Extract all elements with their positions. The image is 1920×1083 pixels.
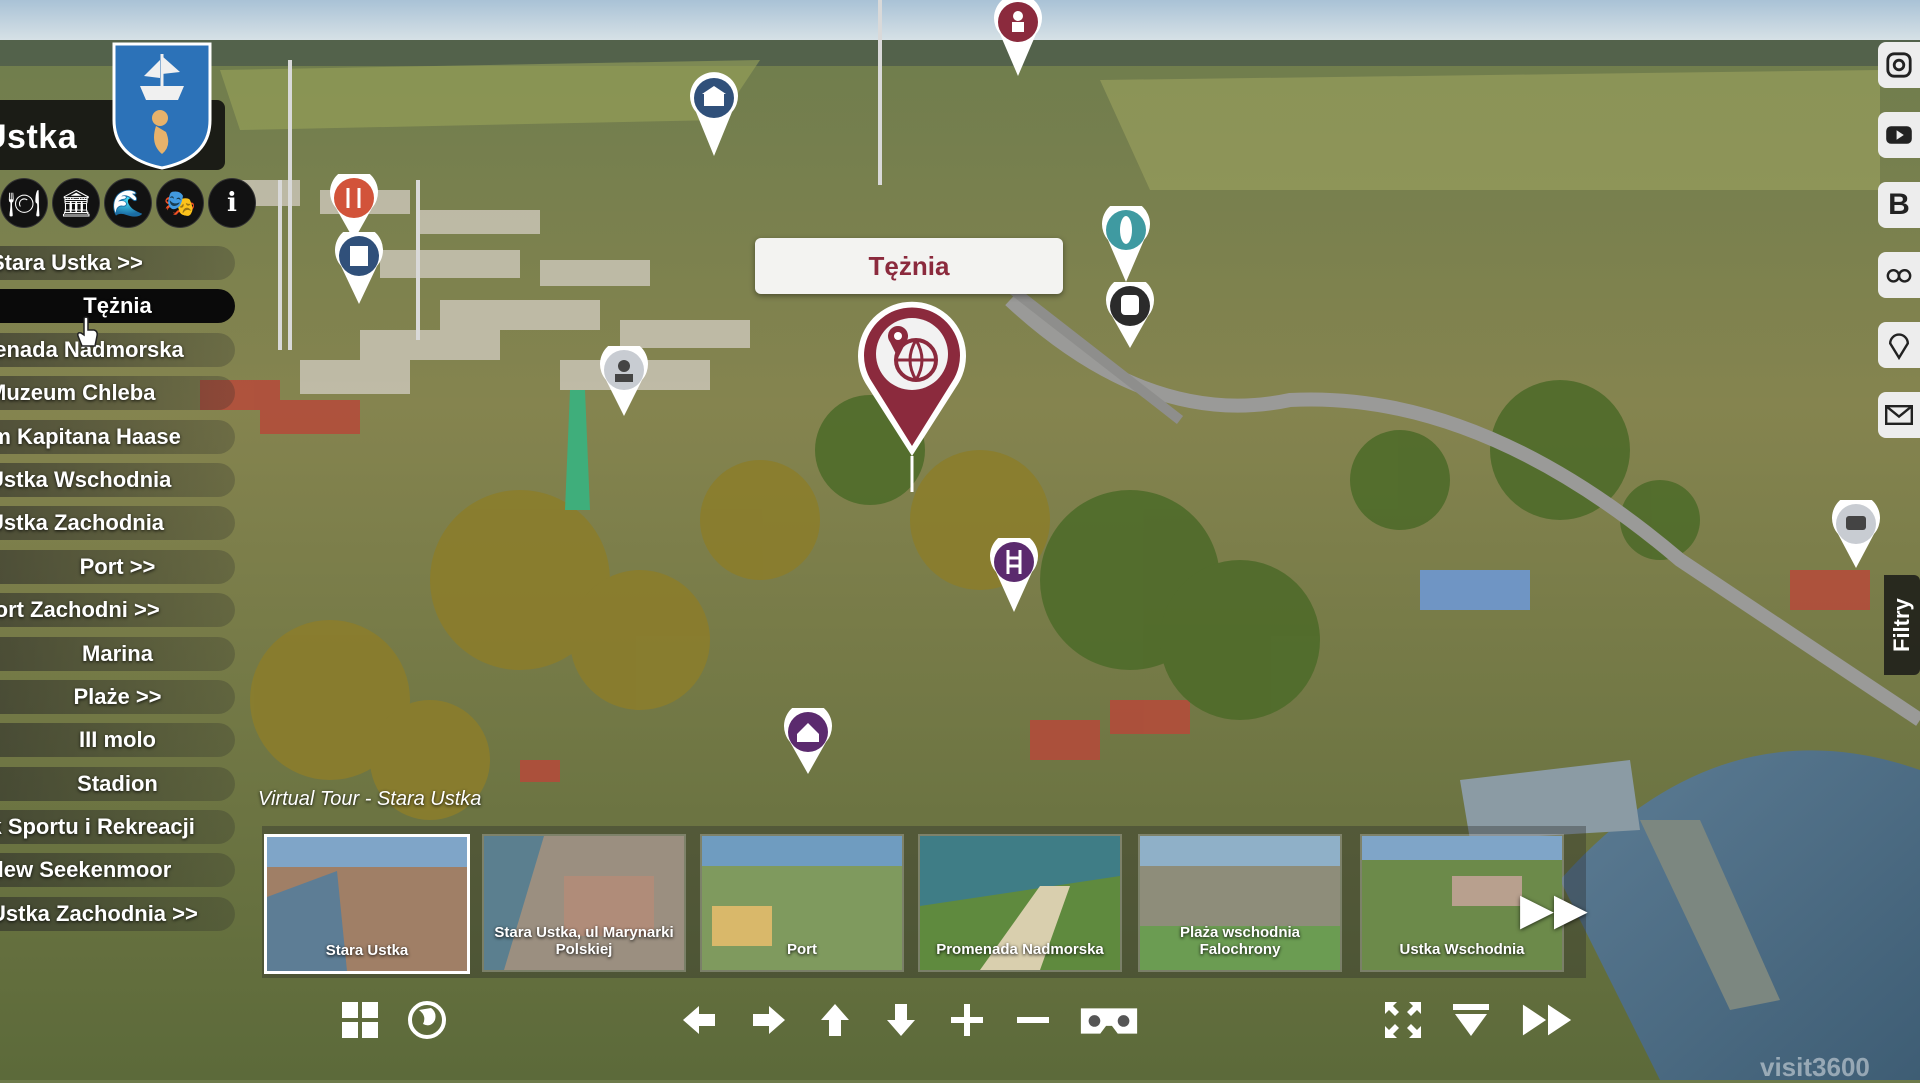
thumbnail-stara-ustka[interactable]: Stara Ustka (264, 834, 470, 974)
category-filter-bar: 🍽 🏛 🌊 🎭 i (0, 178, 256, 228)
instagram-icon[interactable] (1878, 42, 1920, 88)
menu-item-promenada[interactable]: Promenada Nadmorska (0, 332, 235, 367)
thumbnail-plaza-wschodnia[interactable]: Plaża wschodnia Falochrony (1138, 834, 1342, 972)
thumbnail-caption: Plaża wschodnia Falochrony (1179, 924, 1301, 958)
restaurant-icon[interactable]: 🍽 (0, 178, 48, 228)
filters-tab[interactable]: Filtry (1884, 575, 1920, 675)
arrow-left-icon[interactable] (674, 995, 724, 1045)
thumbnail-promenada-nadmorska[interactable]: Promenada Nadmorska (918, 834, 1122, 972)
hide-thumbnails-icon[interactable] (1446, 995, 1496, 1045)
menu-item-port[interactable]: Port >> (0, 549, 235, 584)
menu-item-port-zachodni[interactable]: Port Zachodni >> (0, 593, 235, 628)
menu-item-marina[interactable]: Marina (0, 636, 235, 671)
menu-item-iii-molo[interactable]: III molo (0, 723, 235, 758)
bus-pin-icon[interactable] (1830, 500, 1882, 572)
app-title: Ustka (0, 118, 78, 156)
menu-item-ustka-zachodnia[interactable]: Ustka Zachodnia (0, 506, 235, 541)
hotel-pin-icon[interactable] (333, 232, 385, 308)
menu-item-stara-ustka[interactable]: Stara Ustka >> (0, 246, 235, 280)
map-pin-icon[interactable] (1878, 322, 1920, 368)
info-icon[interactable]: i (208, 178, 256, 228)
menu-item-ustka-zachodnia-more[interactable]: Ustka Zachodnia >> (0, 896, 235, 931)
menu-item-zalew-seekenmoor[interactable]: Zalew Seekenmoor (0, 853, 235, 888)
beach-icon[interactable]: 🌊 (104, 178, 152, 228)
watermark: visit3600 (1760, 1052, 1870, 1082)
tripadvisor-icon[interactable] (1878, 252, 1920, 298)
thumbnail-caption: Ustka Wschodnia (1399, 941, 1525, 958)
arrow-up-icon[interactable] (810, 995, 860, 1045)
youtube-icon[interactable] (1878, 112, 1920, 158)
fast-forward-icon[interactable]: ▶▶ (1520, 884, 1588, 935)
thumbnail-port[interactable]: Port (700, 834, 904, 972)
thumbnail-caption: Stara Ustka, ul Marynarki Polskiej (494, 924, 674, 958)
kayak-pin-icon[interactable] (1100, 206, 1152, 286)
ship-mermaid-crest-icon (112, 42, 212, 170)
menu-item-dom-kapitana[interactable]: Dom Kapitana Haase (0, 419, 235, 454)
sport-pin-icon[interactable] (992, 0, 1044, 80)
menu-item-teznia[interactable]: Tężnia (0, 289, 235, 324)
police-pin-icon[interactable] (598, 346, 650, 420)
arrow-down-icon[interactable] (876, 995, 926, 1045)
virtual-tour-label: Virtual Tour - Stara Ustka (258, 788, 482, 810)
thumbnail-caption: Stara Ustka (325, 942, 409, 959)
museum-icon[interactable]: 🏛 (52, 178, 100, 228)
autoplay-icon[interactable] (1520, 995, 1576, 1045)
train-pin-icon[interactable] (1104, 282, 1156, 352)
grid-icon[interactable] (335, 995, 385, 1045)
selected-poi-tooltip: Tężnia (755, 238, 1063, 294)
theatre-icon[interactable]: 🎭 (156, 178, 204, 228)
museum-pin-icon[interactable] (688, 70, 740, 160)
home-pin-icon[interactable] (782, 708, 834, 778)
thumbnail-caption: Port (787, 941, 817, 958)
selected-poi-globe-pin-icon[interactable] (850, 296, 974, 496)
thumbnail-caption: Promenada Nadmorska (936, 941, 1104, 958)
vr-headset-icon[interactable] (1076, 995, 1142, 1045)
poi-menu: Stara Ustka >> Tężnia Promenada Nadmorsk… (0, 246, 235, 940)
menu-item-ustka-wschodnia[interactable]: Ustka Wschodnia (0, 462, 235, 497)
fullscreen-icon[interactable] (1378, 995, 1428, 1045)
mail-icon[interactable] (1878, 392, 1920, 438)
social-links-bar: B (1878, 0, 1920, 1080)
menu-item-stadion[interactable]: Stadion (0, 766, 235, 801)
zoom-in-icon[interactable] (942, 995, 992, 1045)
menu-item-park-sportu[interactable]: Park Sportu i Rekreacji (0, 810, 235, 845)
booking-icon[interactable]: B (1878, 182, 1920, 228)
thumbnail-marynarki-polskiej[interactable]: Stara Ustka, ul Marynarki Polskiej (482, 834, 686, 972)
railway-pin-icon[interactable] (988, 538, 1040, 616)
arrow-right-icon[interactable] (744, 995, 794, 1045)
hand-cursor-icon (77, 316, 98, 347)
zoom-out-icon[interactable] (1008, 995, 1058, 1045)
globe-icon[interactable] (402, 995, 452, 1045)
menu-item-plaze[interactable]: Plaże >> (0, 679, 235, 714)
menu-item-muzeum-chleba[interactable]: Muzeum Chleba (0, 376, 235, 411)
